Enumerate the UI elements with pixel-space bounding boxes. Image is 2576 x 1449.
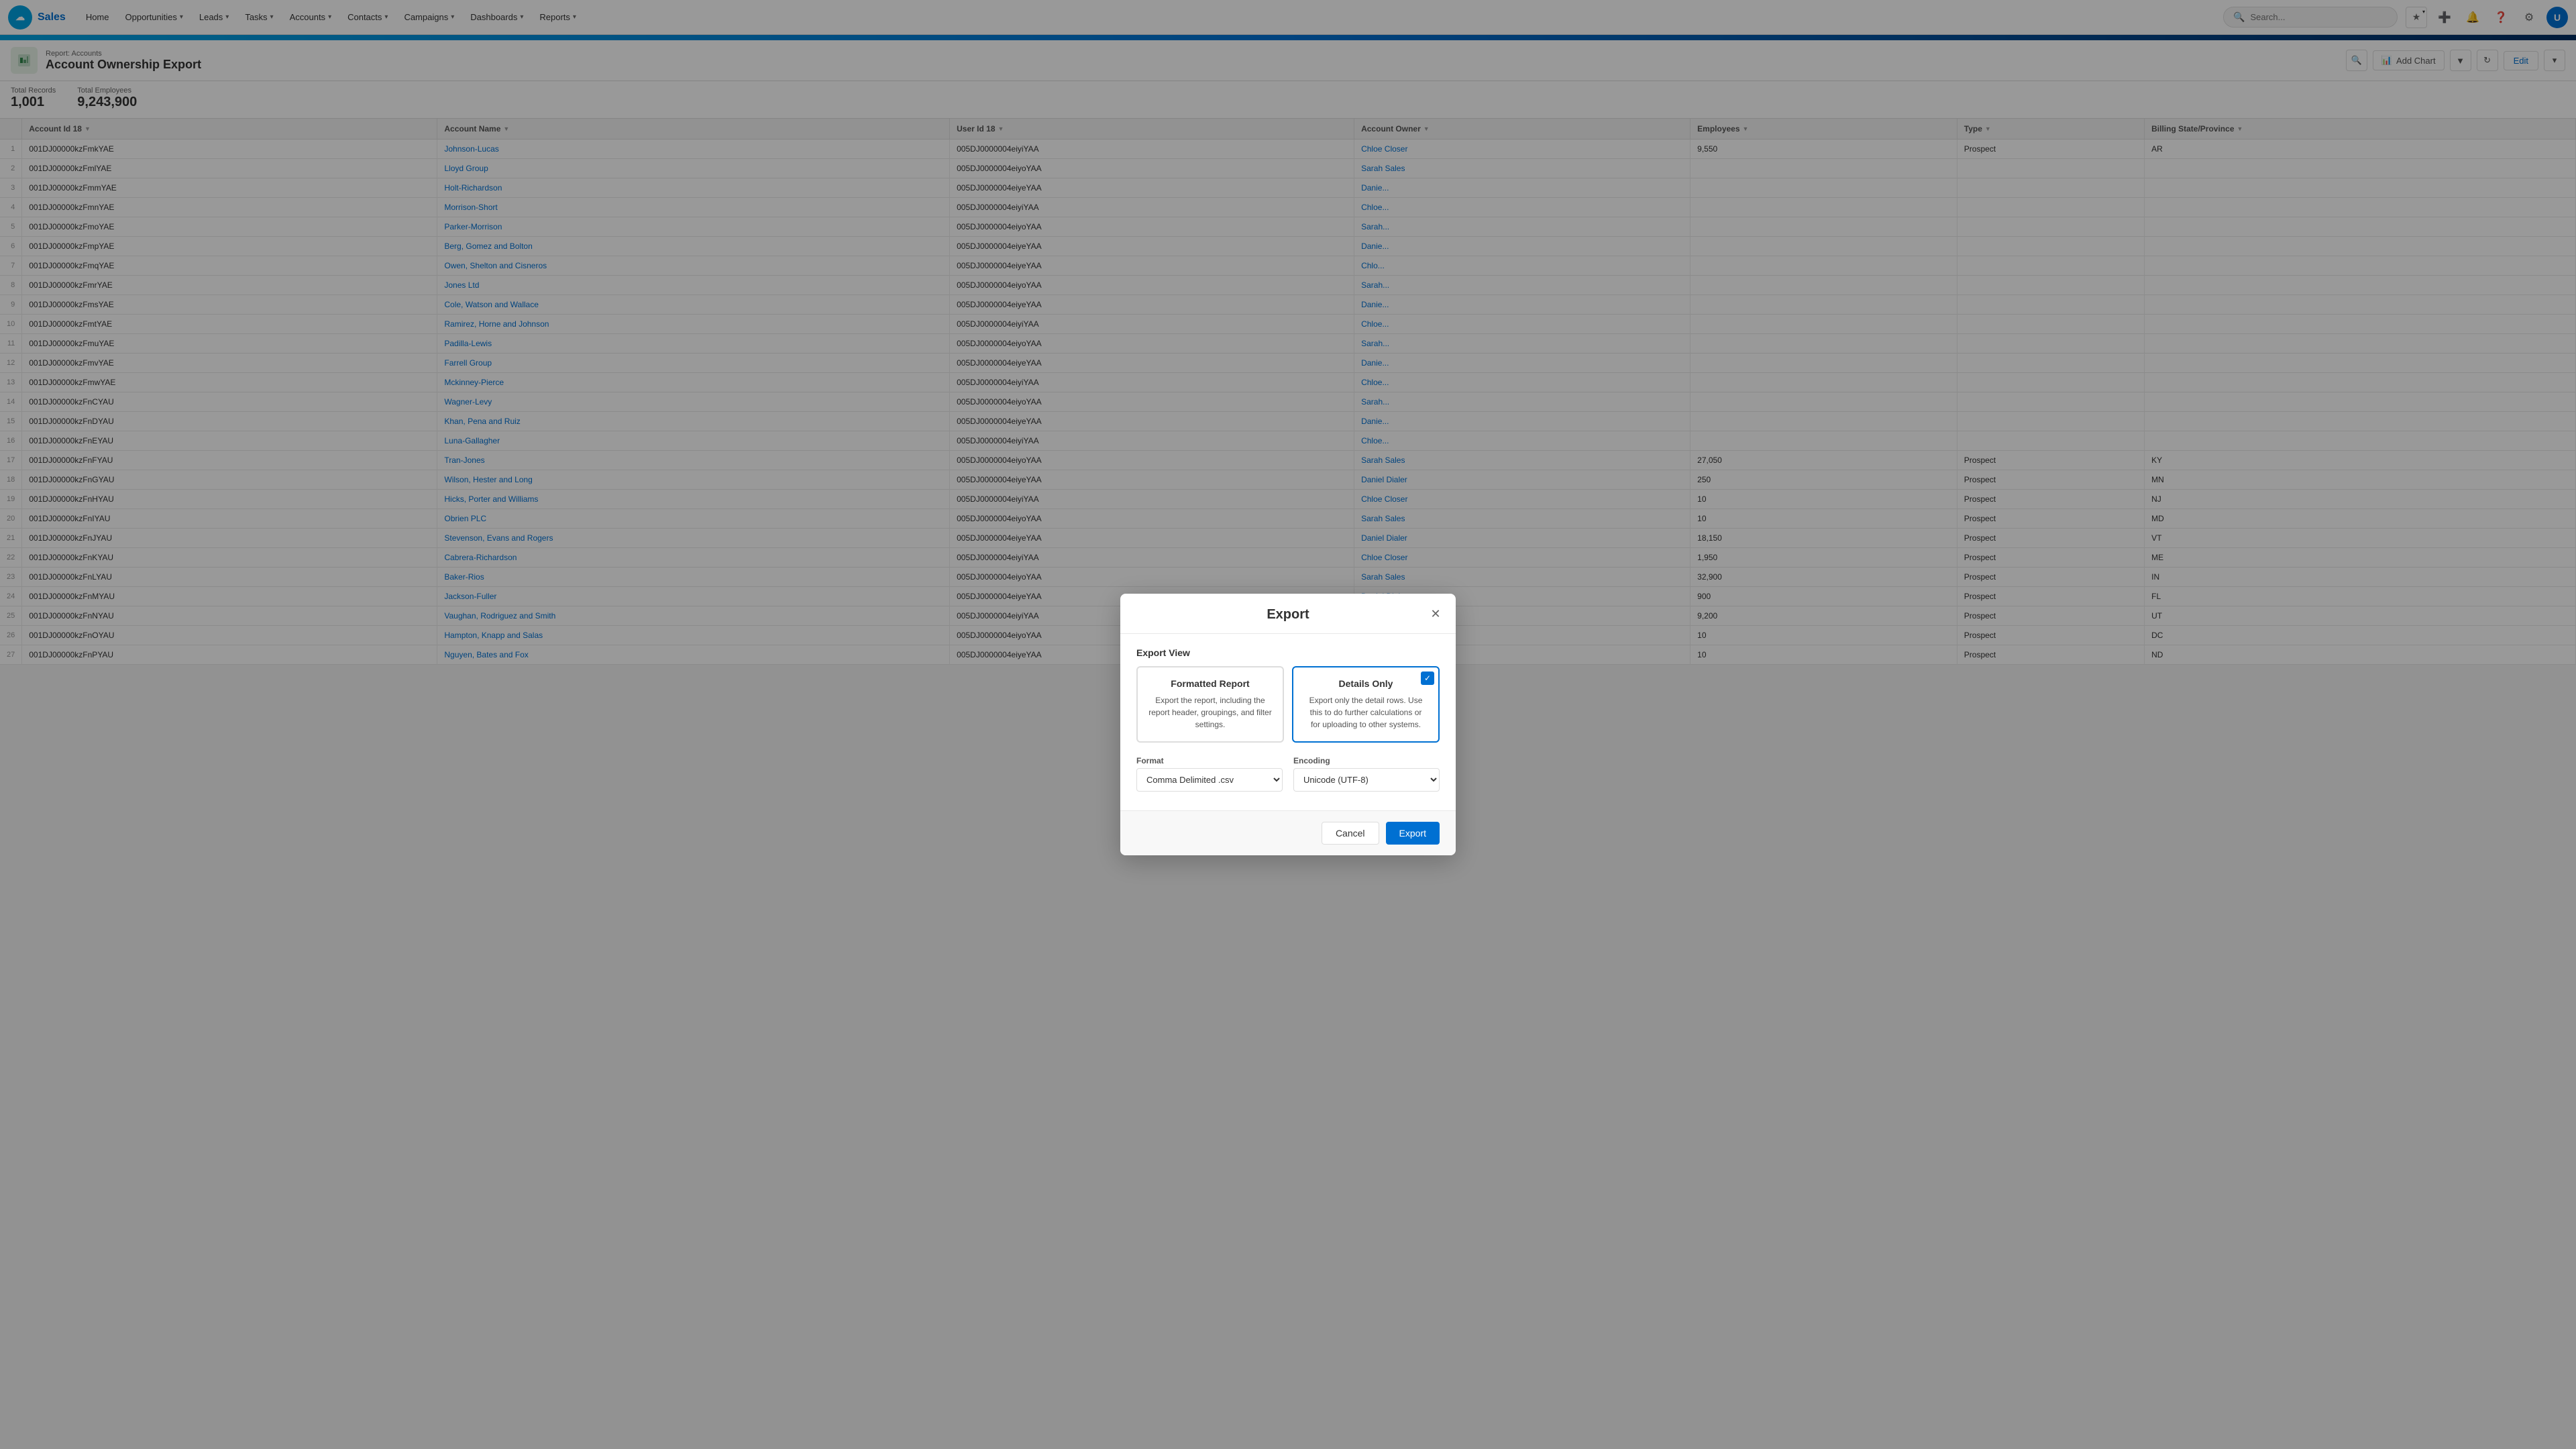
format-group: Format Comma Delimited .csv Tab Delimite… xyxy=(1136,756,1283,792)
encoding-select[interactable]: Unicode (UTF-8) ISO-8859-1 UTF-16 xyxy=(1293,768,1440,792)
format-label: Format xyxy=(1136,756,1283,765)
export-view-label: Export View xyxy=(1136,647,1440,658)
encoding-group: Encoding Unicode (UTF-8) ISO-8859-1 UTF-… xyxy=(1293,756,1440,792)
formatted-report-desc: Export the report, including the report … xyxy=(1148,694,1272,731)
export-option-details[interactable]: ✓ Details Only Export only the detail ro… xyxy=(1292,666,1440,743)
modal-footer: Cancel Export xyxy=(1120,810,1456,855)
details-only-desc: Export only the detail rows. Use this to… xyxy=(1304,694,1428,731)
modal-body: Export View Formatted Report Export the … xyxy=(1120,634,1456,810)
modal-title: Export xyxy=(1136,607,1440,623)
modal-close-button[interactable]: ✕ xyxy=(1426,604,1445,623)
export-options: Formatted Report Export the report, incl… xyxy=(1136,666,1440,743)
modal-overlay: Export ✕ Export View Formatted Report Ex… xyxy=(0,0,2576,1449)
export-button[interactable]: Export xyxy=(1386,822,1440,845)
formatted-report-title: Formatted Report xyxy=(1148,678,1272,689)
selected-check-icon: ✓ xyxy=(1421,672,1434,685)
format-encoding-row: Format Comma Delimited .csv Tab Delimite… xyxy=(1136,756,1440,792)
cancel-button[interactable]: Cancel xyxy=(1322,822,1379,845)
details-only-title: Details Only xyxy=(1304,678,1428,689)
modal-header: Export ✕ xyxy=(1120,594,1456,634)
export-option-formatted[interactable]: Formatted Report Export the report, incl… xyxy=(1136,666,1284,743)
format-select[interactable]: Comma Delimited .csv Tab Delimited .txt … xyxy=(1136,768,1283,792)
export-modal: Export ✕ Export View Formatted Report Ex… xyxy=(1120,594,1456,855)
encoding-label: Encoding xyxy=(1293,756,1440,765)
